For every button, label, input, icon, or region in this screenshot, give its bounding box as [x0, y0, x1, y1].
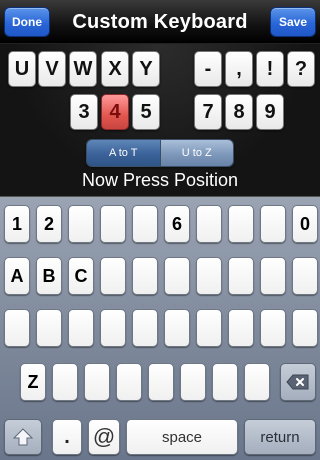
letter-tile-w[interactable]: W [69, 51, 97, 87]
key-empty[interactable] [100, 309, 126, 347]
backspace-key[interactable] [280, 363, 316, 401]
symbol-tile-comma[interactable]: , [225, 51, 253, 87]
done-button[interactable]: Done [4, 7, 50, 37]
key-0[interactable]: 0 [292, 205, 318, 243]
key-empty[interactable] [132, 309, 158, 347]
key-empty[interactable] [212, 363, 238, 401]
shift-key[interactable] [4, 419, 42, 455]
key-2[interactable]: 2 [36, 205, 62, 243]
page-title: Custom Keyboard [72, 11, 248, 33]
key-a[interactable]: A [4, 257, 30, 295]
digit-tile-9[interactable]: 9 [256, 94, 284, 130]
backspace-icon [286, 374, 310, 390]
instruction-text: Now Press Position [81, 170, 239, 190]
range-segmented-control: A to T U to Z [86, 139, 234, 167]
key-empty[interactable] [196, 205, 222, 243]
save-button[interactable]: Save [270, 7, 316, 37]
key-empty[interactable] [260, 205, 286, 243]
letter-tile-y[interactable]: Y [132, 51, 160, 87]
symbol-tile-dash[interactable]: - [194, 51, 222, 87]
letter-tile-v[interactable]: V [38, 51, 66, 87]
digit-tile-7[interactable]: 7 [194, 94, 222, 130]
segment-u-to-z[interactable]: U to Z [160, 140, 233, 166]
key-empty[interactable] [68, 205, 94, 243]
key-empty[interactable] [100, 205, 126, 243]
shift-icon [13, 428, 33, 446]
key-empty[interactable] [260, 257, 286, 295]
key-empty[interactable] [116, 363, 142, 401]
key-empty[interactable] [4, 309, 30, 347]
key-empty[interactable] [228, 205, 254, 243]
letter-tile-x[interactable]: X [101, 51, 129, 87]
key-b[interactable]: B [36, 257, 62, 295]
key-empty[interactable] [260, 309, 286, 347]
digit-tile-4-selected[interactable]: 4 [101, 94, 129, 130]
key-empty[interactable] [148, 363, 174, 401]
key-empty[interactable] [164, 257, 190, 295]
key-empty[interactable] [292, 257, 318, 295]
key-c[interactable]: C [68, 257, 94, 295]
key-1[interactable]: 1 [4, 205, 30, 243]
symbol-tile-question[interactable]: ? [287, 51, 315, 87]
key-empty[interactable] [228, 309, 254, 347]
digit-tile-5[interactable]: 5 [132, 94, 160, 130]
digit-tile-8[interactable]: 8 [225, 94, 253, 130]
key-empty[interactable] [180, 363, 206, 401]
key-empty[interactable] [68, 309, 94, 347]
segment-a-to-t[interactable]: A to T [87, 140, 160, 166]
digit-tile-3[interactable]: 3 [70, 94, 98, 130]
key-empty[interactable] [52, 363, 78, 401]
key-empty[interactable] [132, 205, 158, 243]
key-empty[interactable] [244, 363, 270, 401]
space-key[interactable]: space [126, 419, 238, 455]
key-empty[interactable] [196, 309, 222, 347]
key-empty[interactable] [196, 257, 222, 295]
key-empty[interactable] [228, 257, 254, 295]
key-empty[interactable] [84, 363, 110, 401]
key-empty[interactable] [36, 309, 62, 347]
key-6[interactable]: 6 [164, 205, 190, 243]
period-key[interactable]: . [52, 419, 82, 455]
letter-tile-u[interactable]: U [8, 51, 36, 87]
key-empty[interactable] [164, 309, 190, 347]
return-key[interactable]: return [244, 419, 316, 455]
key-empty[interactable] [100, 257, 126, 295]
key-empty[interactable] [292, 309, 318, 347]
symbol-tile-exclamation[interactable]: ! [256, 51, 284, 87]
key-z[interactable]: Z [20, 363, 46, 401]
key-empty[interactable] [132, 257, 158, 295]
at-key[interactable]: @ [88, 419, 120, 455]
navigation-bar: Done Custom Keyboard Save [0, 0, 320, 44]
